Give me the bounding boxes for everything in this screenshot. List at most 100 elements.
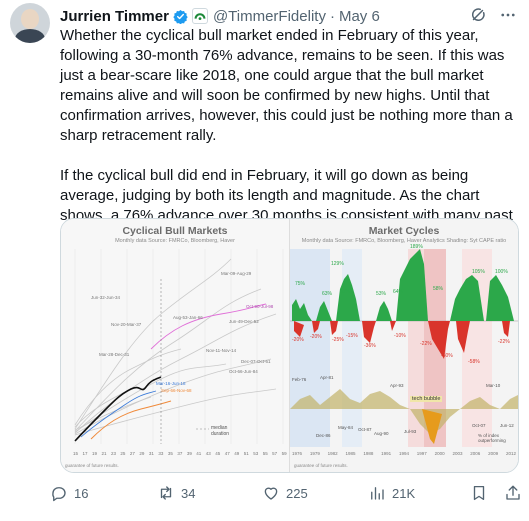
like-button[interactable]: 225 xyxy=(262,484,308,502)
date-label: Jun-12 xyxy=(500,423,514,428)
views-button[interactable]: 21K xyxy=(368,484,415,502)
left-x-tick: 35 xyxy=(167,451,173,456)
date-label: Oct-87 xyxy=(358,427,372,432)
left-x-tick: 59 xyxy=(281,451,287,456)
cyclical-bull-markets-chart: Cyclical Bull Markets Monthly data Sourc… xyxy=(61,219,290,472)
right-x-tick: 1991 xyxy=(381,451,392,456)
left-x-tick: 15 xyxy=(73,451,79,456)
right-x-tick: 2003 xyxy=(452,451,463,456)
tweet-image[interactable]: Cyclical Bull Markets Monthly data Sourc… xyxy=(60,218,519,473)
heart-icon xyxy=(264,487,278,500)
left-x-tick: 29 xyxy=(139,451,145,456)
right-x-tick: 1997 xyxy=(416,451,427,456)
left-x-axis: 15 17 19 21 23 25 27 29 31 33 35 37 39 4… xyxy=(73,451,287,456)
down-label: -20% xyxy=(310,334,322,340)
left-x-tick: 39 xyxy=(186,451,192,456)
tweet-paragraph-1: Whether the cyclical bull market ended i… xyxy=(60,27,513,144)
up-label: 100% xyxy=(495,269,508,275)
median-duration-legend: median duration xyxy=(211,425,230,437)
date-label: Feb-76 xyxy=(292,377,307,382)
date-label: Oct-07 xyxy=(472,423,486,428)
tweet-date[interactable]: May 6 xyxy=(339,8,380,25)
up-label: 63% xyxy=(322,291,333,297)
left-x-tick: 27 xyxy=(129,451,135,456)
date-label: Apr-93 xyxy=(390,383,404,388)
left-annotation-8: Mar-28-Dec-31 xyxy=(99,352,130,357)
left-x-tick: 55 xyxy=(262,451,268,456)
left-annotation-7: Nov-11-Nov-14 xyxy=(206,348,237,353)
left-chart-note: guarantee of future results. xyxy=(65,463,119,468)
reply-button[interactable]: 16 xyxy=(50,484,88,502)
author-avatar[interactable] xyxy=(10,3,50,43)
left-x-tick: 37 xyxy=(177,451,183,456)
organization-badge-icon[interactable] xyxy=(191,8,208,24)
retweet-count: 34 xyxy=(181,485,196,501)
down-label: -50% xyxy=(441,353,453,359)
bookmark-icon[interactable] xyxy=(470,484,488,502)
left-annotation-11: Oct-66-Jun-84 xyxy=(229,369,258,374)
view-count: 21K xyxy=(392,485,416,501)
left-annotation-10: Dec-07-Oct-61 xyxy=(241,359,271,364)
right-x-tick: 2009 xyxy=(488,451,499,456)
left-x-tick: 41 xyxy=(196,451,202,456)
down-label: -20% xyxy=(292,337,304,343)
up-label: 53% xyxy=(376,291,387,297)
more-options-icon[interactable] xyxy=(499,6,517,24)
right-x-tick: 1985 xyxy=(345,451,356,456)
index-outperforming-callout: % of index outperforming xyxy=(478,433,506,443)
date-label: Mar-10 xyxy=(486,383,501,388)
up-label: 189% xyxy=(410,244,423,250)
down-label: -10% xyxy=(394,333,406,339)
right-chart-title: Market Cycles xyxy=(368,225,440,237)
date-label: Jul-93 xyxy=(404,429,417,434)
header-separator: · xyxy=(329,7,335,25)
right-x-tick: 2012 xyxy=(505,451,516,456)
left-annotation-9: Mar-16-Jun-18 xyxy=(156,381,186,386)
right-x-tick: 1979 xyxy=(309,451,320,456)
left-x-tick: 53 xyxy=(253,451,259,456)
left-annotation-5: Jun-49-Dec-52 xyxy=(229,319,259,324)
left-annotation-2: Jun-32-Jun-34 xyxy=(91,295,121,300)
date-label: Apr-81 xyxy=(320,375,334,380)
down-label: -15% xyxy=(346,333,358,339)
up-label: 129% xyxy=(331,261,344,267)
left-annotation-12: Sep-66-Nov-68 xyxy=(161,388,192,393)
market-cycles-chart: Market Cycles Monthly data Source: FMRCo… xyxy=(290,219,518,472)
right-x-tick: 1994 xyxy=(398,451,409,456)
left-x-tick: 45 xyxy=(215,451,221,456)
right-chart-note: guarantee of future results. xyxy=(294,463,348,468)
grok-explain-icon[interactable] xyxy=(469,6,487,24)
up-label: 75% xyxy=(295,281,306,287)
left-x-tick: 17 xyxy=(82,451,88,456)
left-x-tick: 19 xyxy=(91,451,97,456)
reply-count: 16 xyxy=(74,485,89,501)
left-x-tick: 57 xyxy=(272,451,278,456)
retweet-icon xyxy=(160,486,172,500)
retweet-button[interactable]: 34 xyxy=(157,484,195,502)
up-label: 105% xyxy=(472,269,485,275)
author-handle[interactable]: @TimmerFidelity xyxy=(213,8,326,25)
down-label: -58% xyxy=(468,359,480,365)
right-x-tick: 1988 xyxy=(363,451,374,456)
like-count: 225 xyxy=(286,485,308,501)
down-label: -25% xyxy=(332,337,344,343)
date-label: May-84 xyxy=(338,425,354,430)
left-x-tick: 31 xyxy=(148,451,154,456)
left-x-tick: 25 xyxy=(120,451,126,456)
author-name[interactable]: Jurrien Timmer xyxy=(60,8,169,25)
right-x-tick: 2000 xyxy=(434,451,445,456)
tech-bubble-callout: tech bubble xyxy=(410,396,443,402)
left-x-tick: 49 xyxy=(234,451,240,456)
tweet-actions: 16 34 225 21K xyxy=(50,484,520,508)
reply-icon xyxy=(52,487,66,502)
up-label: 58% xyxy=(433,286,444,292)
verified-badge-icon xyxy=(173,9,188,24)
down-label: -36% xyxy=(364,343,376,349)
share-icon[interactable] xyxy=(504,484,522,502)
left-annotation-4: Aug-53-Jan-66 xyxy=(173,315,203,320)
left-x-tick: 51 xyxy=(243,451,249,456)
up-label: 63% xyxy=(340,289,351,295)
left-annotation-6: Oct-90-Jul-98 xyxy=(246,304,274,309)
tweet-header: Jurrien Timmer @TimmerFidelity · May 6 xyxy=(60,6,517,26)
left-annotation-3: Nov-20-Mar-37 xyxy=(111,322,142,327)
